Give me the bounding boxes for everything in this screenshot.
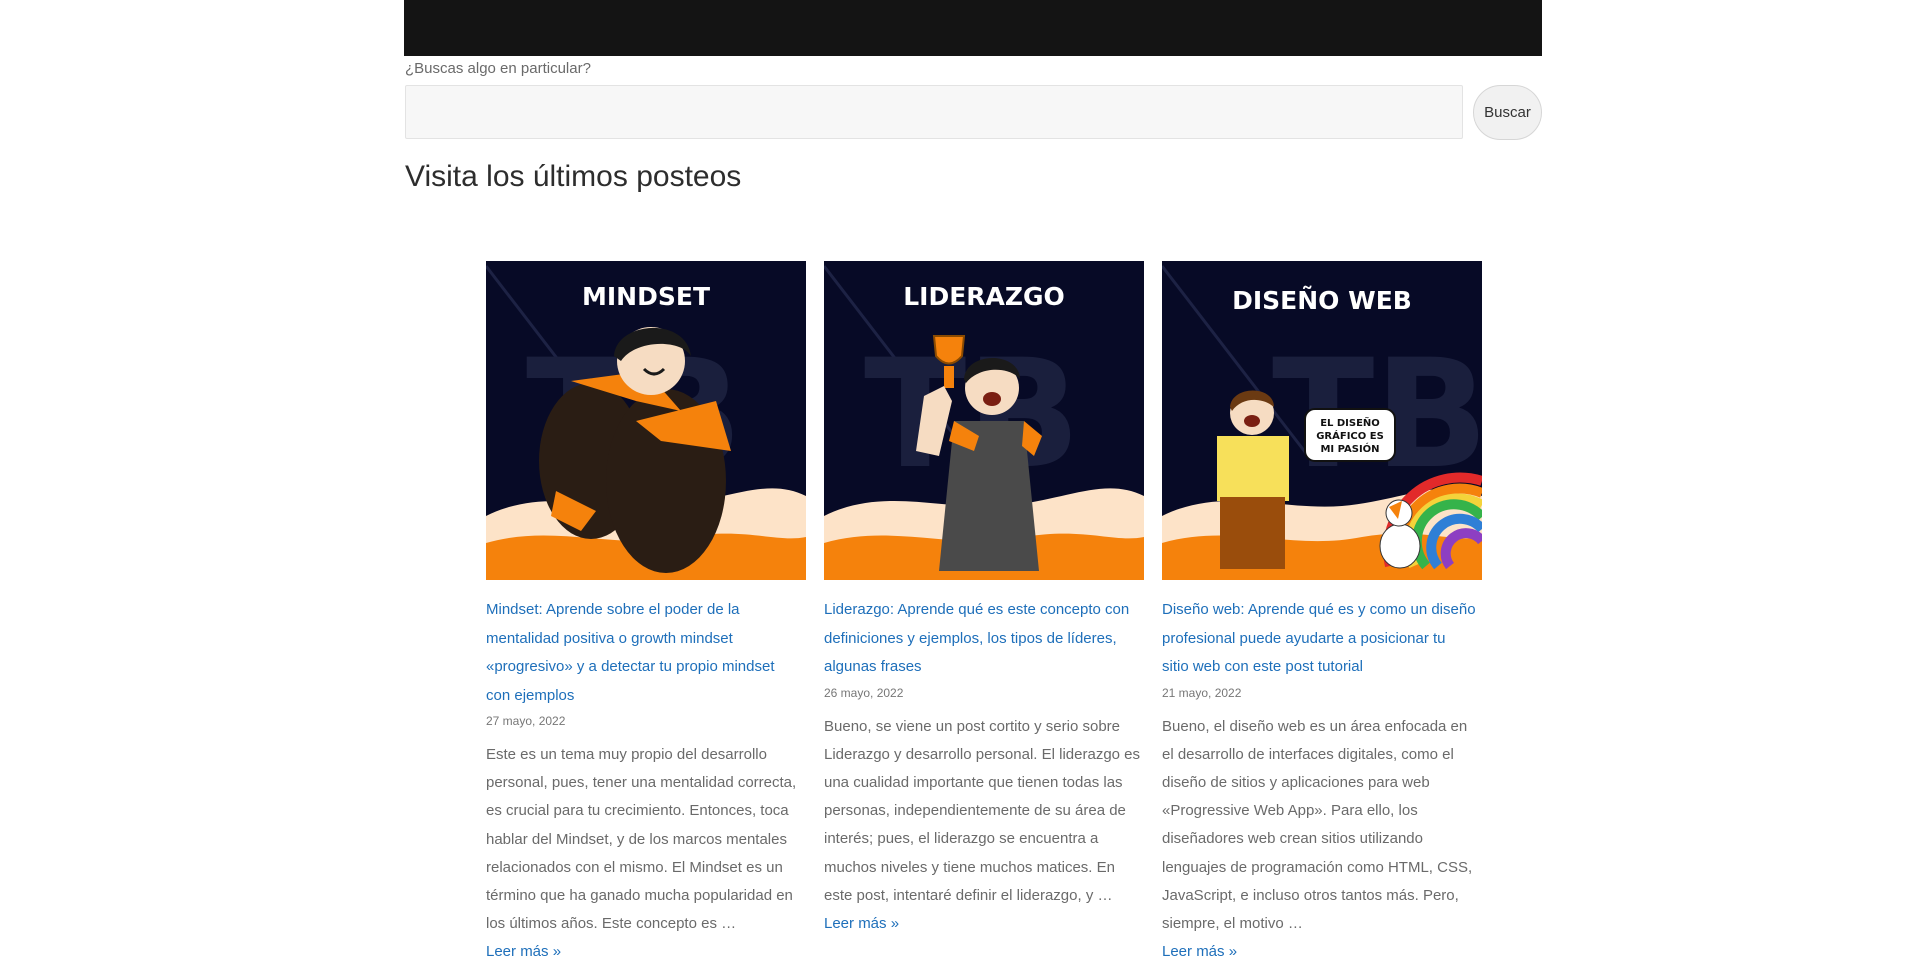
post-title-link[interactable]: Liderazgo: Aprende qué es este concepto … (824, 596, 1144, 682)
read-more-link[interactable]: Leer más » (824, 910, 1144, 939)
header-banner (404, 0, 1542, 56)
search-label: ¿Buscas algo en particular? (405, 60, 591, 77)
search-button[interactable]: Buscar (1473, 85, 1542, 140)
post-card: TB MINDSET Mindset: Aprende sobre el pod… (486, 261, 806, 967)
thumb-caption: LIDERAZGO (903, 282, 1065, 311)
post-date: 26 mayo, 2022 (824, 685, 904, 700)
liderazgo-illustration: TB LIDERAZGO (824, 261, 1144, 580)
speech-bubble-text: EL DISEÑO GRÁFICO ES MI PASIÓN (1316, 416, 1384, 455)
post-card: TB LIDERAZGO Liderazgo: Aprende qué es e… (824, 261, 1144, 938)
section-title: Visita los últimos posteos (405, 160, 742, 193)
post-excerpt: Este es un tema muy propio del desarroll… (486, 746, 797, 933)
thumb-caption: MINDSET (582, 282, 710, 311)
post-excerpt: Bueno, se viene un post cortito y serio … (824, 717, 1141, 904)
post-date: 21 mayo, 2022 (1162, 685, 1242, 700)
post-excerpt: Bueno, el diseño web es un área enfocada… (1162, 717, 1473, 932)
post-thumbnail-diseno-web[interactable]: TB DISEÑO WEB EL DISEÑOGRÁFICO ESMI PASI… (1162, 261, 1482, 580)
search-input[interactable] (405, 85, 1463, 139)
post-thumbnail-mindset[interactable]: TB MINDSET (486, 261, 806, 580)
post-card: TB DISEÑO WEB EL DISEÑOGRÁFICO ESMI PASI… (1162, 261, 1482, 967)
thumb-caption: DISEÑO WEB (1232, 286, 1412, 315)
read-more-link[interactable]: Leer más » (486, 938, 806, 967)
read-more-link[interactable]: Leer más » (1162, 938, 1482, 967)
post-date: 27 mayo, 2022 (486, 714, 566, 728)
page: ¿Buscas algo en particular? Buscar Visit… (0, 0, 1920, 969)
mindset-illustration: TB MINDSET (486, 261, 806, 580)
post-thumbnail-liderazgo[interactable]: TB LIDERAZGO (824, 261, 1144, 580)
diseno-web-illustration: TB DISEÑO WEB EL DISEÑOGRÁFICO ESMI PASI… (1162, 261, 1482, 580)
post-title-link[interactable]: Mindset: Aprende sobre el poder de la me… (486, 596, 806, 710)
post-title-link[interactable]: Diseño web: Aprende qué es y como un dis… (1162, 596, 1482, 682)
